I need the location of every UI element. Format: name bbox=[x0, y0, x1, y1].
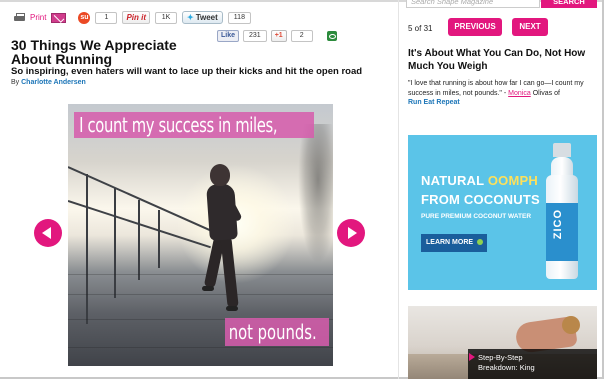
ad-headline-1b: OOMPH bbox=[487, 173, 538, 188]
social-row: Like 231 +1 2 bbox=[217, 30, 337, 42]
railing-post bbox=[138, 200, 140, 280]
quote-text-bottom: not pounds. bbox=[228, 320, 317, 344]
search-input[interactable]: Search Shape Magazine bbox=[406, 0, 540, 8]
deck-plank bbox=[68, 294, 333, 295]
pin-it-button[interactable]: Pin it bbox=[122, 11, 151, 24]
runner-shoe bbox=[202, 286, 214, 291]
email-icon[interactable] bbox=[51, 12, 67, 23]
ad-headline-1: NATURAL OOMPH bbox=[421, 173, 538, 188]
ad-headline-2: FROM COCONUTS bbox=[421, 192, 540, 207]
slide-caption: "I love that running is about how far I … bbox=[408, 79, 588, 108]
railing-post bbox=[86, 174, 88, 324]
previous-slide-arrow-icon[interactable] bbox=[34, 219, 62, 247]
article-title: 30 Things We Appreciate About Running bbox=[11, 37, 177, 67]
next-slide-arrow-icon[interactable] bbox=[337, 219, 365, 247]
column-divider bbox=[398, 0, 399, 379]
caption-rest: Olivas of bbox=[532, 89, 560, 97]
caption-name-link[interactable]: Monica bbox=[508, 90, 531, 97]
deck-plank bbox=[68, 347, 333, 348]
stumbleupon-count: 1 bbox=[95, 11, 118, 24]
article-subtitle: So inspiring, even haters will want to l… bbox=[11, 66, 363, 77]
quote-text-top: I count my success in miles, bbox=[79, 113, 278, 137]
runner-head bbox=[210, 164, 230, 186]
byline-prefix: By bbox=[11, 79, 20, 86]
stumbleupon-icon[interactable]: su bbox=[78, 11, 91, 24]
previous-button[interactable]: PREVIOUS bbox=[448, 18, 502, 36]
printer-icon[interactable] bbox=[14, 13, 25, 22]
pin-count: 1K bbox=[155, 11, 178, 24]
tweet-button[interactable]: ✦ Tweet bbox=[182, 11, 223, 24]
video-caption-line2: Breakdown: King bbox=[478, 363, 535, 372]
like-count: 231 bbox=[243, 30, 267, 42]
byline: By Charlotte Andersen bbox=[11, 79, 86, 86]
quote-banner-top: I count my success in miles, bbox=[74, 112, 314, 138]
learn-more-button[interactable]: LEARN MORE bbox=[421, 234, 487, 252]
zico-bottle-image: ZICO bbox=[542, 143, 582, 279]
video-thumbnail[interactable]: Step-By-Step Breakdown: King bbox=[408, 306, 597, 379]
learn-more-label: LEARN MORE bbox=[426, 239, 474, 246]
deck-plank bbox=[68, 274, 333, 275]
search-button[interactable]: SEARCH bbox=[541, 0, 597, 8]
tree-silhouette bbox=[298, 124, 333, 264]
twitter-bird-icon: ✦ bbox=[187, 13, 194, 22]
caption-site-link[interactable]: Run Eat Repeat bbox=[408, 99, 460, 106]
print-link[interactable]: Print bbox=[30, 13, 46, 22]
quote-banner-bottom: not pounds. bbox=[225, 318, 329, 346]
coconut-dot-icon bbox=[477, 239, 484, 246]
bottle-cap bbox=[553, 143, 571, 157]
railing-post bbox=[114, 188, 116, 298]
bottle-brand: ZICO bbox=[552, 209, 564, 240]
zico-advertisement[interactable]: NATURAL OOMPH FROM COCONUTS PURE PREMIUM… bbox=[408, 135, 597, 290]
video-caption-line1: Step-By-Step bbox=[478, 353, 523, 362]
author-link[interactable]: Charlotte Andersen bbox=[21, 79, 86, 86]
slide-counter: 5 of 31 bbox=[408, 24, 433, 33]
railing-post bbox=[158, 210, 160, 268]
video-caption: Step-By-Step Breakdown: King bbox=[478, 353, 535, 373]
tweet-count: 118 bbox=[227, 11, 251, 24]
play-icon[interactable] bbox=[469, 353, 475, 361]
tweet-label: Tweet bbox=[195, 13, 218, 22]
video-person-hair bbox=[562, 316, 580, 334]
next-button[interactable]: NEXT bbox=[512, 18, 548, 36]
ad-tagline: PURE PREMIUM COCONUT WATER bbox=[421, 213, 532, 220]
facebook-like-button[interactable]: Like bbox=[217, 30, 240, 42]
google-plus-count: 2 bbox=[290, 30, 313, 42]
ad-headline-1a: NATURAL bbox=[421, 173, 485, 188]
slide-headline: It's About What You Can Do, Not How Much… bbox=[408, 48, 586, 72]
runner-shoe bbox=[226, 306, 238, 311]
bottle-neck bbox=[551, 157, 573, 177]
google-plus-button[interactable]: +1 bbox=[270, 30, 287, 42]
share-bar: Print su 1 Pin it 1K ✦ Tweet 118 bbox=[14, 11, 251, 24]
share-icon[interactable] bbox=[326, 31, 337, 41]
facebook-like-label: Like bbox=[221, 32, 236, 39]
